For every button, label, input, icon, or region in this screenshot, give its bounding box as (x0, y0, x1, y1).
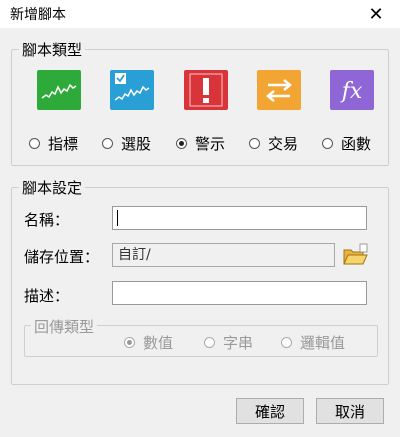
description-field[interactable] (112, 281, 367, 305)
script-type-legend: 腳本類型 (19, 39, 86, 60)
radio-string-label: 字串 (223, 334, 254, 352)
radio-trade[interactable]: 交易 (249, 133, 298, 154)
radio-string-dot (204, 337, 215, 348)
window-title: 新增腳本 (10, 7, 66, 23)
confirm-button[interactable]: 確認 (236, 398, 304, 424)
title-bar: 新增腳本 ✕ (0, 0, 400, 28)
cancel-button[interactable]: 取消 (316, 398, 384, 424)
radio-numeric-label: 數值 (143, 334, 174, 352)
radio-boolean[interactable]: 邏輯值 (281, 332, 345, 353)
radio-function-label: 函數 (341, 135, 372, 153)
script-settings-legend: 腳本設定 (19, 177, 86, 198)
radio-stock-select-dot (102, 138, 113, 149)
alert-icon[interactable] (184, 70, 228, 110)
radio-function-dot (322, 138, 333, 149)
path-field: 自訂/ (112, 243, 335, 267)
trade-arrows-icon[interactable] (257, 70, 301, 110)
radio-boolean-dot (281, 337, 292, 348)
radio-alert-label: 警示 (195, 135, 226, 153)
close-icon[interactable]: ✕ (356, 0, 396, 28)
path-label: 儲存位置： (24, 248, 100, 266)
radio-numeric-dot (124, 337, 135, 348)
radio-boolean-label: 邏輯值 (300, 334, 346, 352)
text-cursor (117, 210, 118, 226)
radio-stock-select[interactable]: 選股 (102, 133, 151, 154)
function-icon[interactable]: fx (330, 70, 374, 110)
open-folder-icon[interactable] (341, 242, 369, 268)
indicator-chart-icon[interactable] (37, 70, 81, 110)
description-label: 描述： (24, 287, 70, 305)
radio-function[interactable]: 函數 (322, 133, 371, 154)
name-label: 名稱： (24, 211, 70, 229)
name-field[interactable] (112, 206, 367, 230)
radio-indicator[interactable]: 指標 (29, 133, 78, 154)
stock-select-chart-icon[interactable] (110, 70, 154, 110)
radio-indicator-label: 指標 (48, 135, 79, 153)
radio-alert-dot (176, 138, 187, 149)
radio-trade-label: 交易 (268, 135, 299, 153)
radio-string[interactable]: 字串 (204, 332, 253, 353)
return-type-legend: 回傳類型 (31, 316, 98, 337)
radio-stock-select-label: 選股 (121, 135, 152, 153)
radio-trade-dot (249, 138, 260, 149)
radio-numeric[interactable]: 數值 (124, 332, 173, 353)
svg-text:fx: fx (340, 79, 363, 104)
radio-alert[interactable]: 警示 (176, 133, 225, 154)
radio-indicator-dot (29, 138, 40, 149)
